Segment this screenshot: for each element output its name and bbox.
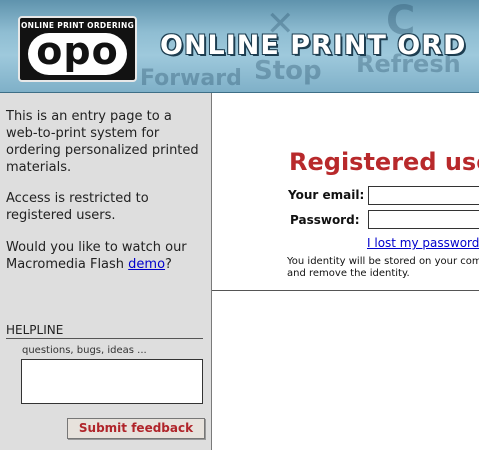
- lost-password-link[interactable]: I lost my password: [367, 236, 479, 250]
- demo-link[interactable]: demo: [128, 257, 165, 272]
- ghost-forward-label: Forward: [140, 66, 242, 91]
- password-field[interactable]: [368, 210, 479, 229]
- intro-text-2: web-to-print: [6, 126, 87, 141]
- divider: [212, 290, 479, 291]
- main-content: Registered users Your email: Password: I…: [212, 93, 479, 450]
- access-paragraph: Access is restricted to registered users…: [6, 191, 149, 223]
- watch-end: ?: [165, 257, 172, 272]
- email-field[interactable]: [368, 186, 479, 205]
- feedback-textarea[interactable]: [21, 359, 203, 404]
- identity-note-line2: and remove the identity.: [287, 268, 410, 279]
- submit-feedback-button[interactable]: Submit feedback: [67, 418, 205, 439]
- opo-logo: ONLINE PRINT ORDERING opo: [18, 16, 137, 82]
- intro-text-1: This is an entry page to a: [6, 109, 172, 124]
- identity-note-line1: You identity will be stored on your comp…: [287, 256, 479, 267]
- logo-word: opo: [36, 29, 119, 73]
- logo-pill: opo: [28, 29, 127, 75]
- header-banner: ✕ C Forward Stop Refresh ONLINE PRINT OR…: [0, 0, 479, 93]
- site-title: ONLINE PRINT ORD: [160, 30, 467, 61]
- identity-note: You identity will be stored on your comp…: [287, 256, 479, 280]
- email-label: Your email:: [288, 188, 365, 202]
- watch-paragraph: Would you like to watch our Macromedia F…: [6, 239, 201, 273]
- intro-paragraph: This is an entry page to a web-to-print …: [6, 108, 201, 176]
- helpline-title: HELPLINE: [6, 323, 203, 339]
- registered-users-heading: Registered users: [289, 148, 479, 176]
- password-label: Password:: [290, 213, 360, 227]
- sidebar: This is an entry page to a web-to-print …: [0, 93, 212, 450]
- helpline-hint: questions, bugs, ideas ...: [22, 345, 147, 356]
